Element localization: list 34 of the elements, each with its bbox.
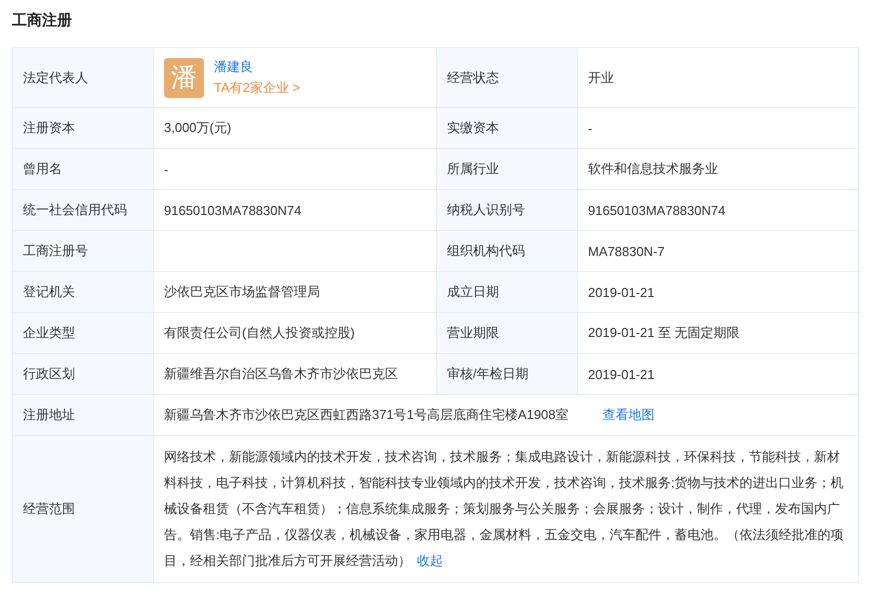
value-cell: 2019-01-21 (578, 272, 859, 313)
value-cell: - (578, 108, 859, 149)
section-title: 工商注册 (12, 11, 72, 31)
label-cell: 注册地址 (13, 395, 154, 436)
label-cell: 工商注册号 (13, 231, 154, 272)
address-text: 新疆乌鲁木齐市沙依巴克区西虹西路371号1号高层底商住宅楼A1908室 (164, 406, 569, 424)
label-cell: 统一社会信用代码 (13, 190, 154, 231)
value-cell: MA78830N-7 (578, 231, 859, 272)
label-cell: 营业期限 (437, 313, 578, 354)
avatar-icon: 潘 (164, 58, 204, 98)
companies-link[interactable]: TA有2家企业 > (214, 79, 300, 97)
label-cell: 法定代表人 (13, 48, 154, 108)
label-cell: 组织机构代码 (437, 231, 578, 272)
label-cell: 成立日期 (437, 272, 578, 313)
label-cell: 经营状态 (437, 48, 578, 108)
value-cell: 软件和信息技术服务业 (578, 149, 859, 190)
scope-text: 网络技术，新能源领域内的技术开发，技术咨询，技术服务；集成电路设计，新能源科技，环保科技，节能科技，新材料科技，电子科技，计算机科技，智能科技专业领域内的技术开发，技术咨询，技术服务;货物与技术的进出口业务；机械设备租赁（不含汽车租赁）；信息系统集成服务；策划服务与公关服务；会展服务；设计，制作，代理，发布国内广告。销售:电子产品，仪器仪表，机械设备，家用电器，金属材料，五金交电，汽车配件，蓄电池。（依法须经批准的项目，经相关部门批准后方可开展经营活动） 收起 (164, 448, 845, 570)
label-cell: 所属行业 (437, 149, 578, 190)
label-cell: 企业类型 (13, 313, 154, 354)
map-link[interactable]: 查看地图 (602, 406, 655, 424)
label-cell: 审核/年检日期 (437, 354, 578, 395)
label-cell: 行政区划 (13, 354, 154, 395)
value-cell: 开业 (578, 48, 859, 108)
label-cell: 注册资本 (13, 108, 154, 149)
label-cell: 纳税人识别号 (437, 190, 578, 231)
label-cell: 实缴资本 (437, 108, 578, 149)
label-cell: 曾用名 (13, 149, 154, 190)
label-cell: 经营范围 (13, 436, 154, 583)
person-link[interactable]: 潘建良 (214, 58, 253, 76)
value-cell: 2019-01-21 (578, 354, 859, 395)
label-cell: 登记机关 (13, 272, 154, 313)
value-cell: 91650103MA78830N74 (578, 190, 859, 231)
collapse-link[interactable]: 收起 (417, 553, 443, 568)
value-cell: 2019-01-21 至 无固定期限 (578, 313, 859, 354)
